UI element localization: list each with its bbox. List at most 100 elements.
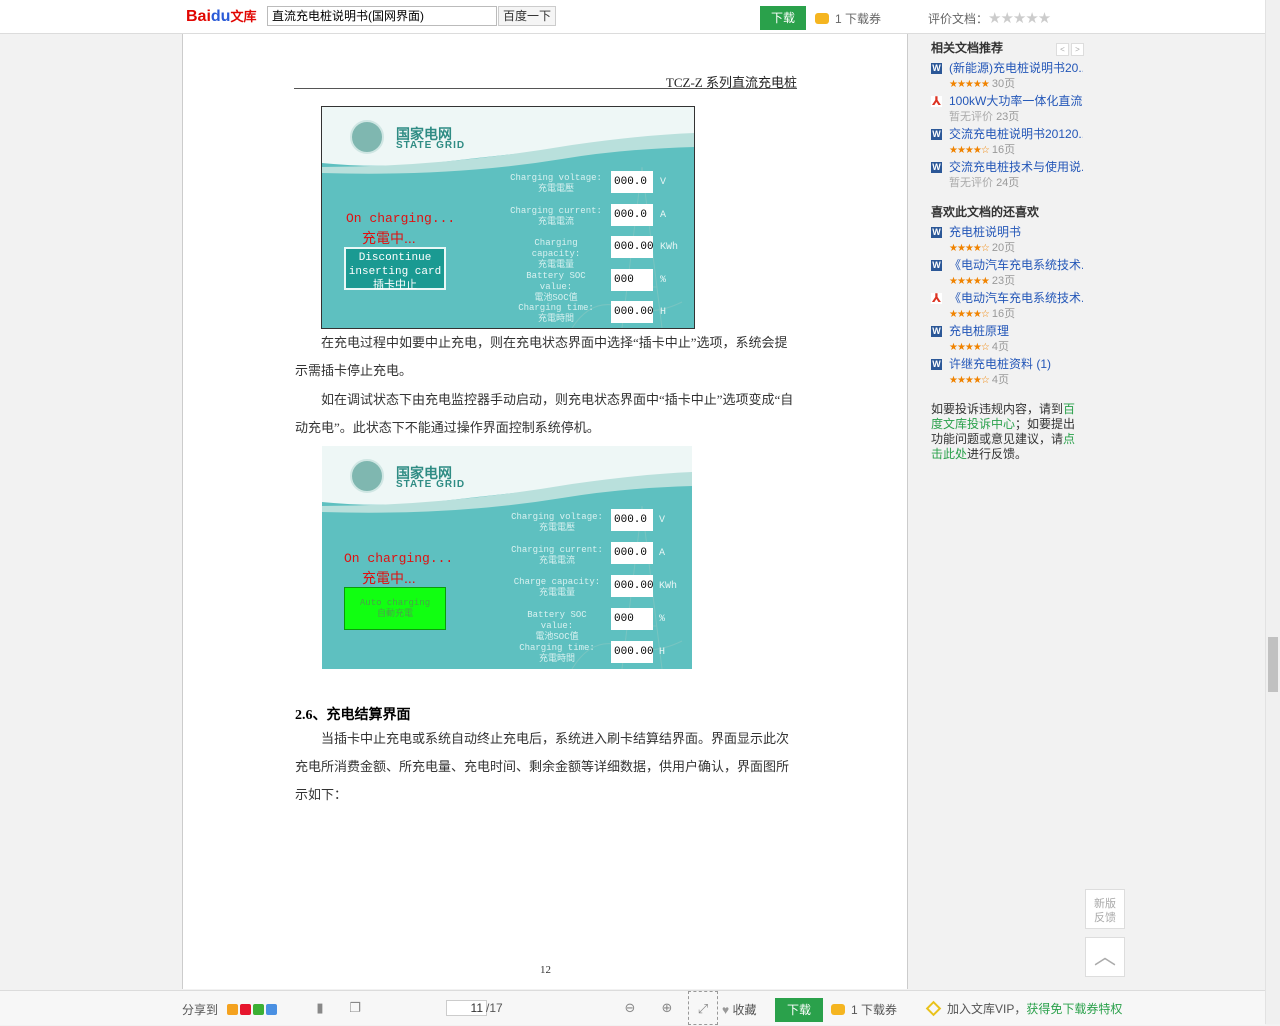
search-button[interactable]: 百度一下 — [498, 6, 556, 26]
zoom-in-icon[interactable]: ⊕ — [660, 1001, 674, 1015]
auto-charging-label-cn: 自動充電 — [376, 609, 413, 619]
rate-label: 评价文档： — [928, 12, 989, 26]
auto-charging-button: Auto charging 自動充電 — [344, 587, 446, 630]
field-time-label: Charging time: 充電時間 — [508, 303, 604, 325]
doc-rating: ★★★★★ — [949, 79, 990, 90]
back-to-top-icon[interactable]: ︿ — [1085, 937, 1125, 977]
rating-stars[interactable]: ★★★★★ — [988, 10, 1051, 27]
report-text-1: 如要投诉违规内容，请到 — [931, 402, 1064, 416]
also-liked-link[interactable]: 《电动汽车充电系统技术... — [949, 291, 1083, 306]
doc-pages: 16页 — [991, 308, 1016, 320]
doc-rating: ★★★★☆ — [949, 145, 990, 156]
bottom-download-button[interactable]: 下载 — [775, 998, 823, 1022]
scrollbar-thumb[interactable] — [1268, 637, 1278, 692]
on-charging-text: On charging... — [346, 211, 456, 226]
logo-wenku: 文库 — [230, 9, 257, 24]
wechat-share-icon[interactable] — [253, 1004, 265, 1015]
doc-meta: 暂无评价 23页 — [949, 108, 1019, 124]
vip-text: 加入文库VIP， — [947, 1002, 1027, 1016]
related-docs-pager: < > — [1054, 41, 1084, 56]
doc-meta: ★★★★☆ 20页 — [949, 239, 1015, 255]
also-liked-link[interactable]: 充电桩说明书 — [949, 225, 1083, 240]
logo-bai: Bai — [186, 8, 211, 25]
also-liked-link[interactable]: 许继充电桩资料 (1) — [949, 357, 1083, 372]
next-arrow-icon[interactable]: > — [1071, 43, 1084, 56]
word-doc-icon: W — [931, 129, 942, 140]
doc-meta: ★★★★★ 30页 — [949, 75, 1015, 91]
doc-rating: ★★★★☆ — [949, 375, 990, 386]
field-current-cn: 充電電流 — [537, 217, 574, 227]
doc-meta: ★★★★★ 23页 — [949, 272, 1015, 288]
field-soc-en: Battery SOC value: — [526, 271, 586, 292]
copy-doc-icon[interactable]: ❐ — [348, 1001, 362, 1015]
section-title: 充电结算界面 — [326, 708, 411, 723]
vip-promo[interactable]: 加入文库VIP，获得免下载券特权 — [925, 1000, 1122, 1017]
doc-rating: ★★★★★ — [949, 276, 990, 287]
field-capacity-en: Charge capacity: — [513, 577, 601, 587]
weibo-share-icon[interactable] — [240, 1004, 252, 1015]
coin-icon — [815, 13, 829, 24]
share-group: 分享到 — [182, 1001, 278, 1018]
charging-screen-image-2: 国家电网 STATE GRID On charging... 充電中... Au… — [322, 446, 692, 669]
related-doc-link[interactable]: 交流充电桩说明书20120... — [949, 127, 1083, 142]
word-doc-icon: W — [931, 260, 942, 271]
field-voltage-label: Charging voltage: 充電電壓 — [508, 173, 604, 195]
also-liked-link[interactable]: 《电动汽车充电系统技术... — [949, 258, 1083, 273]
qzone-share-icon[interactable] — [227, 1004, 239, 1015]
zoom-out-icon[interactable]: ⊖ — [623, 1001, 637, 1015]
fullscreen-icon[interactable]: ⤢ — [688, 991, 718, 1025]
feedback-button[interactable]: 新版反馈 — [1085, 889, 1125, 929]
field-time-en: Charging time: — [519, 643, 595, 653]
field-soc-label: Battery SOC value: 電池SOC值 — [509, 610, 605, 643]
bottom-coupon-text: 1 下载券 — [851, 1003, 898, 1017]
related-doc-link[interactable]: 交流充电桩技术与使用说... — [949, 160, 1083, 175]
download-coupon: 1 下载券 — [815, 10, 881, 27]
search-input[interactable]: 直流充电桩说明书(国网界面) — [267, 6, 497, 26]
discontinue-label-1: Discontinue — [358, 252, 432, 264]
word-doc-icon: W — [931, 227, 942, 238]
state-grid-logo-icon — [350, 120, 384, 154]
doc-pages: 16页 — [991, 144, 1016, 156]
brand-name-en: STATE GRID — [396, 140, 466, 151]
field-time-value: 000.00 — [611, 301, 654, 323]
paragraph-1: 在充电过程中如要中止充电，则在充电状态界面中选择“插卡中止”选项，系统会提示需插… — [295, 335, 788, 378]
also-liked-title: 喜欢此文档的还喜欢 — [931, 205, 1040, 219]
field-voltage-cn: 充電電壓 — [537, 184, 574, 194]
bookmark-icon[interactable]: ▮ — [313, 1001, 327, 1015]
field-time-value: 000.00 — [611, 641, 654, 663]
favorite-label: 收藏 — [732, 1003, 757, 1017]
download-button[interactable]: 下载 — [760, 6, 806, 30]
field-capacity-cn: 充電電量 — [537, 260, 574, 270]
document-page: TCZ-Z 系列直流充电桩 国家电网 STATE GRID On chargin… — [182, 34, 908, 989]
field-capacity-unit: KWh — [659, 581, 678, 592]
related-doc-link[interactable]: 100kW大功率一体化直流... — [949, 94, 1083, 109]
vip-diamond-icon — [925, 1000, 942, 1017]
related-doc-link[interactable]: (新能源)充电桩说明书20... — [949, 61, 1083, 76]
paragraph-2: 如在调试状态下由充电监控器手动启动，则充电状态界面中“插卡中止”选项变成“自动充… — [295, 392, 794, 435]
baidu-wenku-logo[interactable]: Baidu文库 — [186, 6, 256, 26]
page-number-input[interactable]: 11 — [446, 1000, 487, 1016]
field-time-en: Charging time: — [518, 303, 594, 313]
bottom-coupon: 1 下载券 — [831, 1001, 897, 1018]
top-bar: Baidu文库 直流充电桩说明书(国网界面) 百度一下 下载 1 下载券 评价文… — [0, 0, 1265, 34]
scrollbar[interactable] — [1265, 0, 1280, 1024]
doc-meta: ★★★★☆ 4页 — [949, 371, 1009, 387]
field-capacity-unit: KWh — [660, 242, 679, 253]
prev-arrow-icon[interactable]: < — [1056, 43, 1069, 56]
field-soc-unit: % — [660, 275, 667, 286]
field-capacity-label: Charge capacity: 充電電量 — [509, 577, 605, 599]
word-doc-icon: W — [931, 359, 942, 370]
header-divider — [294, 88, 797, 89]
doc-pages: 30页 — [991, 78, 1016, 90]
field-soc-value: 000 — [611, 269, 653, 291]
also-liked-link[interactable]: 充电桩原理 — [949, 324, 1083, 339]
charging-screen-image-1: 国家电网 STATE GRID On charging... 充電中... Di… — [321, 106, 695, 329]
favorite-button[interactable]: ♥ 收藏 — [722, 1001, 756, 1018]
field-soc-label: Battery SOC value: 電池SOC值 — [508, 271, 604, 304]
vip-link[interactable]: 获得免下载券特权 — [1026, 1002, 1122, 1016]
page-number: 12 — [540, 964, 551, 976]
brand-name-en: STATE GRID — [396, 479, 466, 490]
doc-pages: 4页 — [991, 341, 1010, 353]
field-voltage-value: 000.0 — [611, 171, 653, 193]
more-share-icon[interactable] — [266, 1004, 278, 1015]
